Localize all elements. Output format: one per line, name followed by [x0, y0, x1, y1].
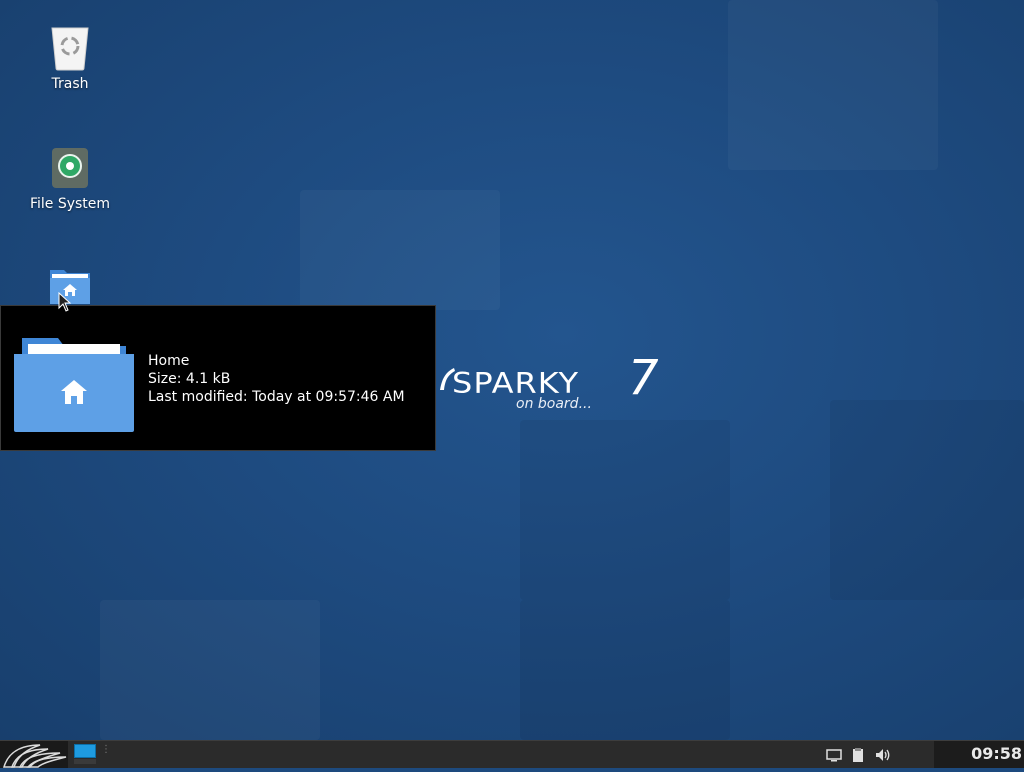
workspace-2[interactable]	[74, 759, 96, 764]
wallpaper-shape	[728, 0, 938, 170]
wallpaper-shape	[830, 400, 1024, 600]
file-tooltip: Home Size: 4.1 kB Last modified: Today a…	[0, 305, 436, 451]
brand-tagline: on board...	[516, 396, 592, 412]
home-folder-icon	[14, 338, 134, 432]
desktop-icon-file-system[interactable]: File System	[20, 144, 120, 212]
clock[interactable]: 09:58	[971, 744, 1022, 763]
wallpaper-shape	[300, 190, 500, 310]
clipboard-icon[interactable]	[849, 746, 867, 764]
workspace-switcher-icon[interactable]	[74, 744, 96, 764]
clock-area[interactable]: 09:58	[934, 741, 1024, 768]
tooltip-text: Home Size: 4.1 kB Last modified: Today a…	[148, 352, 405, 406]
drive-icon	[46, 144, 94, 192]
volume-icon[interactable]	[874, 746, 892, 764]
display-icon[interactable]	[825, 746, 843, 764]
application-menu-button[interactable]	[0, 741, 68, 768]
workspace-1[interactable]	[74, 744, 96, 758]
tooltip-name: Home	[148, 353, 190, 369]
desktop-icon-trash[interactable]: Trash	[20, 24, 120, 92]
sparky-logo: SPARKY 7 on board...	[438, 350, 678, 422]
wallpaper-shape	[100, 600, 320, 740]
sparky-menu-icon	[3, 744, 67, 768]
mouse-cursor-icon	[58, 292, 72, 312]
trash-icon	[46, 24, 94, 72]
brand-version: 7	[628, 350, 659, 406]
taskbar: ⋮ 09:58	[0, 740, 1024, 768]
wallpaper-shape	[520, 420, 730, 600]
tooltip-modified: Last modified: Today at 09:57:46 AM	[148, 389, 405, 405]
desktop-icon-label: File System	[29, 196, 111, 212]
wallpaper-shape	[520, 600, 730, 740]
brand-name: SPARKY	[452, 365, 580, 401]
panel-handle[interactable]: ⋮	[101, 745, 111, 755]
tooltip-size: Size: 4.1 kB	[148, 371, 231, 387]
desktop-icon-label: Trash	[51, 76, 89, 92]
